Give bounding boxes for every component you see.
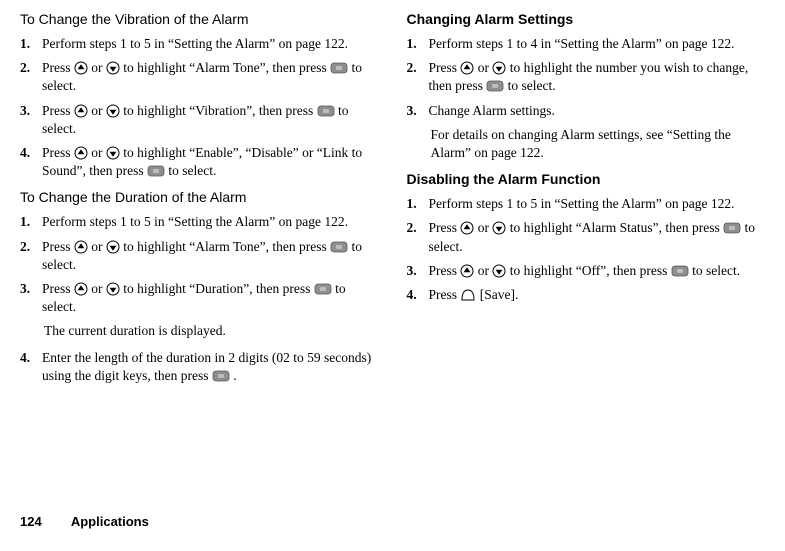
section-change-duration-steps: 1.Perform steps 1 to 5 in “Setting the A…: [20, 213, 379, 385]
step-text: Perform steps 1 to 5 in “Setting the Ala…: [42, 35, 379, 53]
nav-center-icon: [486, 79, 504, 93]
section-changing-alarm-settings-title: Changing Alarm Settings: [407, 10, 766, 29]
nav-down-icon: [492, 221, 506, 235]
section-disabling-alarm-steps: 1.Perform steps 1 to 5 in “Setting the A…: [407, 195, 766, 304]
step-text: Press or to highlight “Alarm Tone”, then…: [42, 238, 379, 274]
step-text: Perform steps 1 to 4 in “Setting the Ala…: [429, 35, 766, 53]
step-note: The current duration is displayed.: [44, 322, 379, 340]
page: To Change the Vibration of the Alarm 1.P…: [0, 0, 785, 551]
nav-center-icon: [330, 61, 348, 75]
step-number: 1.: [20, 35, 42, 53]
step-item: 4.Press [Save].: [407, 286, 766, 304]
step-text: Press or to highlight “Enable”, “Disable…: [42, 144, 379, 180]
step-number: 3.: [20, 280, 42, 298]
nav-down-icon: [106, 282, 120, 296]
nav-down-icon: [106, 240, 120, 254]
columns: To Change the Vibration of the Alarm 1.P…: [20, 8, 765, 393]
step-text: Press or to highlight “Duration”, then p…: [42, 280, 379, 316]
step-number: 2.: [20, 59, 42, 77]
nav-up-icon: [74, 104, 88, 118]
step-text: Change Alarm settings.: [429, 102, 766, 120]
right-column: Changing Alarm Settings 1.Perform steps …: [407, 8, 766, 393]
step-number: 4.: [20, 144, 42, 162]
nav-down-icon: [106, 104, 120, 118]
step-item: 2.Press or to highlight “Alarm Tone”, th…: [20, 59, 379, 95]
nav-up-icon: [74, 240, 88, 254]
step-item: 3.Press or to highlight “Duration”, then…: [20, 280, 379, 316]
nav-center-icon: [723, 221, 741, 235]
step-item: 1.Perform steps 1 to 5 in “Setting the A…: [407, 195, 766, 213]
step-text: Press or to highlight “Alarm Status”, th…: [429, 219, 766, 255]
step-item: 1.Perform steps 1 to 5 in “Setting the A…: [20, 35, 379, 53]
step-text: Perform steps 1 to 5 in “Setting the Ala…: [429, 195, 766, 213]
step-item: 2.Press or to highlight “Alarm Tone”, th…: [20, 238, 379, 274]
step-number: 2.: [407, 219, 429, 237]
step-text: Press or to highlight “Off”, then press …: [429, 262, 766, 280]
step-number: 3.: [407, 262, 429, 280]
step-number: 4.: [20, 349, 42, 367]
step-item: 4.Enter the length of the duration in 2 …: [20, 349, 379, 385]
nav-center-icon: [147, 164, 165, 178]
nav-down-icon: [106, 146, 120, 160]
step-number: 2.: [20, 238, 42, 256]
section-change-duration-title: To Change the Duration of the Alarm: [20, 188, 379, 207]
nav-up-icon: [460, 221, 474, 235]
step-text: Press [Save].: [429, 286, 766, 304]
step-item: 3.Press or to highlight “Off”, then pres…: [407, 262, 766, 280]
step-item: 2.Press or to highlight the number you w…: [407, 59, 766, 95]
nav-center-icon: [671, 264, 689, 278]
nav-down-icon: [492, 61, 506, 75]
step-item: 1.Perform steps 1 to 5 in “Setting the A…: [20, 213, 379, 231]
page-footer: 124 Applications: [20, 513, 149, 531]
nav-down-icon: [492, 264, 506, 278]
left-column: To Change the Vibration of the Alarm 1.P…: [20, 8, 379, 393]
nav-up-icon: [74, 146, 88, 160]
step-number: 1.: [407, 35, 429, 53]
step-item: 1.Perform steps 1 to 4 in “Setting the A…: [407, 35, 766, 53]
nav-center-icon: [317, 104, 335, 118]
step-item: 4.Press or to highlight “Enable”, “Disab…: [20, 144, 379, 180]
nav-up-icon: [74, 61, 88, 75]
section-change-vibration-title: To Change the Vibration of the Alarm: [20, 10, 379, 29]
step-number: 2.: [407, 59, 429, 77]
step-text: Press or to highlight “Alarm Tone”, then…: [42, 59, 379, 95]
section-changing-alarm-settings-steps: 1.Perform steps 1 to 4 in “Setting the A…: [407, 35, 766, 162]
page-number: 124: [20, 514, 42, 529]
nav-center-icon: [212, 369, 230, 383]
step-number: 1.: [20, 213, 42, 231]
footer-section-label: Applications: [71, 514, 149, 529]
nav-center-icon: [330, 240, 348, 254]
softkey-icon: [460, 288, 476, 302]
step-text: Press or to highlight “Vibration”, then …: [42, 102, 379, 138]
nav-center-icon: [314, 282, 332, 296]
step-number: 1.: [407, 195, 429, 213]
nav-up-icon: [460, 264, 474, 278]
step-item: 3.Change Alarm settings.: [407, 102, 766, 120]
nav-down-icon: [106, 61, 120, 75]
nav-up-icon: [74, 282, 88, 296]
step-text: Perform steps 1 to 5 in “Setting the Ala…: [42, 213, 379, 231]
step-number: 3.: [407, 102, 429, 120]
section-disabling-alarm-title: Disabling the Alarm Function: [407, 170, 766, 189]
step-note: For details on changing Alarm settings, …: [431, 126, 766, 162]
section-change-vibration-steps: 1.Perform steps 1 to 5 in “Setting the A…: [20, 35, 379, 181]
step-item: 2.Press or to highlight “Alarm Status”, …: [407, 219, 766, 255]
step-number: 4.: [407, 286, 429, 304]
step-item: 3.Press or to highlight “Vibration”, the…: [20, 102, 379, 138]
step-text: Press or to highlight the number you wis…: [429, 59, 766, 95]
nav-up-icon: [460, 61, 474, 75]
step-number: 3.: [20, 102, 42, 120]
step-text: Enter the length of the duration in 2 di…: [42, 349, 379, 385]
